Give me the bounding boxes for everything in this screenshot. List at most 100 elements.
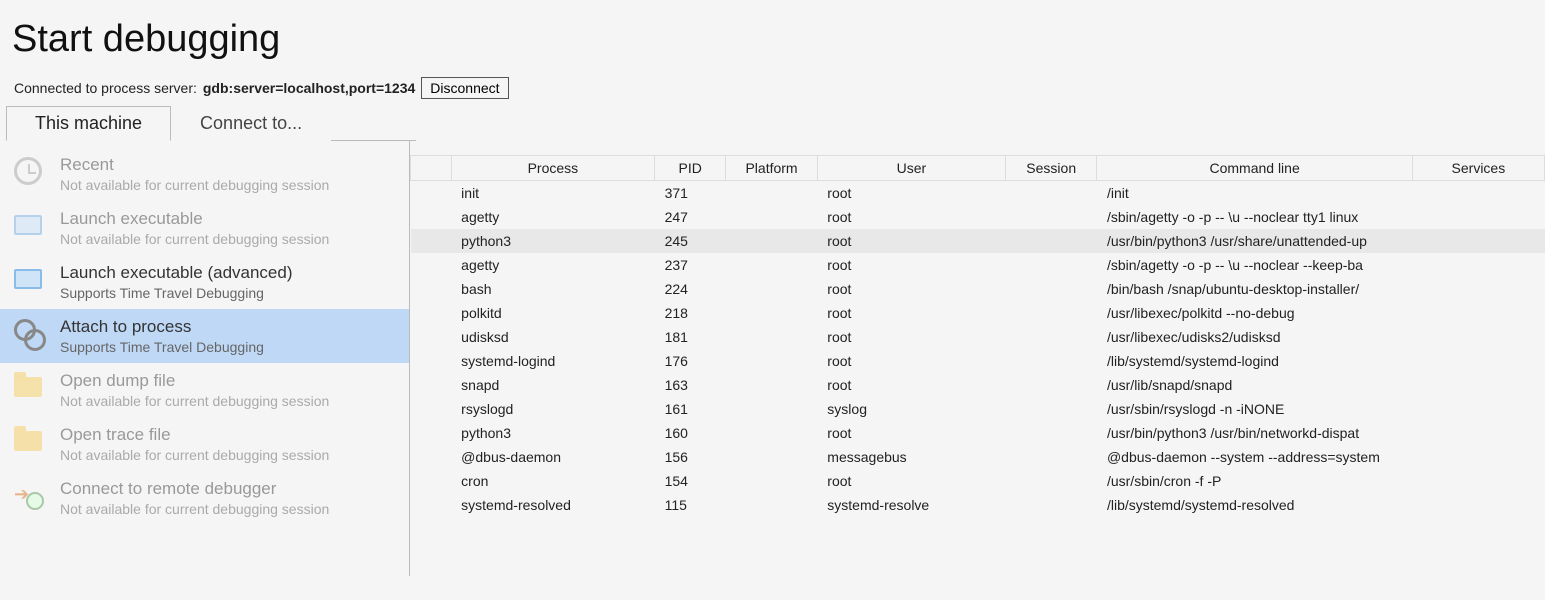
table-row[interactable]: init371root/init — [411, 181, 1545, 206]
cell-services — [1412, 373, 1544, 397]
cell-services — [1412, 469, 1544, 493]
cell-pid: 156 — [655, 445, 726, 469]
cell-indent — [411, 493, 452, 517]
sidebar-item-subtitle: Not available for current debugging sess… — [60, 177, 399, 193]
sidebar-item-subtitle: Supports Time Travel Debugging — [60, 285, 399, 301]
cell-platform — [726, 229, 818, 253]
cell-indent — [411, 421, 452, 445]
cell-platform — [726, 493, 818, 517]
cell-services — [1412, 445, 1544, 469]
process-table[interactable]: ProcessPIDPlatformUserSessionCommand lin… — [410, 155, 1545, 517]
sidebar-item-attach-to-process[interactable]: Attach to processSupports Time Travel De… — [0, 309, 409, 363]
cell-indent — [411, 469, 452, 493]
cell-indent — [411, 205, 452, 229]
table-row[interactable]: udisksd181root/usr/libexec/udisks2/udisk… — [411, 325, 1545, 349]
cell-session — [1005, 181, 1097, 206]
cell-cmd: @dbus-daemon --system --address=system — [1097, 445, 1412, 469]
cell-process: @dbus-daemon — [451, 445, 654, 469]
cell-services — [1412, 229, 1544, 253]
remote-icon — [14, 481, 46, 513]
sidebar-item-title: Launch executable (advanced) — [60, 263, 399, 283]
cell-cmd: /sbin/agetty -o -p -- \u --noclear tty1 … — [1097, 205, 1412, 229]
connection-label: Connected to process server: — [14, 80, 197, 96]
sidebar-item-launch-executable: Launch executableNot available for curre… — [0, 201, 409, 255]
col-process[interactable]: Process — [451, 156, 654, 181]
cell-cmd: /usr/sbin/cron -f -P — [1097, 469, 1412, 493]
cell-process: snapd — [451, 373, 654, 397]
cell-user: syslog — [817, 397, 1005, 421]
table-row[interactable]: systemd-logind176root/lib/systemd/system… — [411, 349, 1545, 373]
table-row[interactable]: systemd-resolved115systemd-resolve/lib/s… — [411, 493, 1545, 517]
disconnect-button[interactable]: Disconnect — [421, 77, 508, 99]
cell-user: root — [817, 181, 1005, 206]
cell-cmd: /init — [1097, 181, 1412, 206]
col-user[interactable]: User — [817, 156, 1005, 181]
cell-cmd: /usr/libexec/udisks2/udisksd — [1097, 325, 1412, 349]
cell-cmd: /usr/libexec/polkitd --no-debug — [1097, 301, 1412, 325]
cell-cmd: /sbin/agetty -o -p -- \u --noclear --kee… — [1097, 253, 1412, 277]
cell-platform — [726, 277, 818, 301]
cell-session — [1005, 469, 1097, 493]
cell-user: root — [817, 301, 1005, 325]
cell-cmd: /usr/lib/snapd/snapd — [1097, 373, 1412, 397]
col-platform[interactable]: Platform — [726, 156, 818, 181]
cell-platform — [726, 181, 818, 206]
connection-server: gdb:server=localhost,port=1234 — [203, 80, 415, 96]
cell-process: agetty — [451, 205, 654, 229]
sidebar-item-connect-to-remote-debugger: Connect to remote debuggerNot available … — [0, 471, 409, 525]
col-pid[interactable]: PID — [655, 156, 726, 181]
cell-session — [1005, 445, 1097, 469]
cell-indent — [411, 349, 452, 373]
cell-pid: 247 — [655, 205, 726, 229]
sidebar-item-title: Connect to remote debugger — [60, 479, 399, 499]
col-command-line[interactable]: Command line — [1097, 156, 1412, 181]
folder-icon — [14, 373, 46, 405]
cell-user: systemd-resolve — [817, 493, 1005, 517]
cell-process: udisksd — [451, 325, 654, 349]
table-row[interactable]: agetty237root/sbin/agetty -o -p -- \u --… — [411, 253, 1545, 277]
cell-services — [1412, 181, 1544, 206]
page-title: Start debugging — [0, 0, 1545, 71]
cell-pid: 371 — [655, 181, 726, 206]
cell-services — [1412, 397, 1544, 421]
table-row[interactable]: rsyslogd161syslog/usr/sbin/rsyslogd -n -… — [411, 397, 1545, 421]
col-session[interactable]: Session — [1005, 156, 1097, 181]
cell-pid: 160 — [655, 421, 726, 445]
cell-pid: 115 — [655, 493, 726, 517]
cell-indent — [411, 277, 452, 301]
table-row[interactable]: snapd163root/usr/lib/snapd/snapd — [411, 373, 1545, 397]
table-row[interactable]: polkitd218root/usr/libexec/polkitd --no-… — [411, 301, 1545, 325]
cell-pid: 163 — [655, 373, 726, 397]
table-row[interactable]: python3245root/usr/bin/python3 /usr/shar… — [411, 229, 1545, 253]
cell-pid: 245 — [655, 229, 726, 253]
tab-this-machine[interactable]: This machine — [6, 106, 171, 141]
sidebar-item-subtitle: Supports Time Travel Debugging — [60, 339, 399, 355]
cell-pid: 237 — [655, 253, 726, 277]
table-row[interactable]: python3160root/usr/bin/python3 /usr/bin/… — [411, 421, 1545, 445]
folder-icon — [14, 427, 46, 459]
cell-platform — [726, 205, 818, 229]
cell-user: root — [817, 325, 1005, 349]
col-services[interactable]: Services — [1412, 156, 1544, 181]
cell-user: root — [817, 205, 1005, 229]
cell-indent — [411, 325, 452, 349]
tab-connect-to-[interactable]: Connect to... — [171, 106, 331, 141]
cell-indent — [411, 373, 452, 397]
table-row[interactable]: bash224root/bin/bash /snap/ubuntu-deskto… — [411, 277, 1545, 301]
cell-user: root — [817, 349, 1005, 373]
cell-session — [1005, 229, 1097, 253]
cell-platform — [726, 253, 818, 277]
table-row[interactable]: agetty247 root/sbin/agetty -o -p -- \u --… — [411, 205, 1545, 229]
sidebar-item-launch-executable-advanced-[interactable]: Launch executable (advanced) Supports Tim… — [0, 255, 409, 309]
cell-indent — [411, 445, 452, 469]
table-row[interactable]: @dbus-daemon156messagebus@dbus-daemon --… — [411, 445, 1545, 469]
cell-indent — [411, 301, 452, 325]
cell-platform — [726, 397, 818, 421]
sidebar-item-open-trace-file: Open trace fileNot available for current… — [0, 417, 409, 471]
cell-services — [1412, 277, 1544, 301]
sidebar-item-title: Recent — [60, 155, 399, 175]
cell-platform — [726, 421, 818, 445]
table-row[interactable]: cron154root/usr/sbin/cron -f -P — [411, 469, 1545, 493]
cell-services — [1412, 325, 1544, 349]
cell-platform — [726, 469, 818, 493]
